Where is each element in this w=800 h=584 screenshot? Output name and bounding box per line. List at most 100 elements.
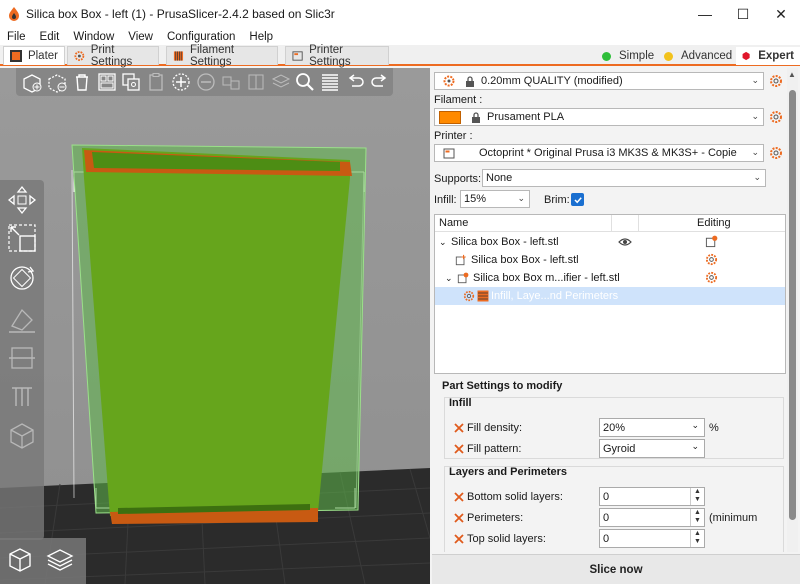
scale-tool-button[interactable] bbox=[4, 220, 40, 256]
split-parts-button[interactable] bbox=[244, 70, 268, 94]
fill-density-combo[interactable]: 20% ⌄ bbox=[599, 418, 705, 437]
infill-combo[interactable]: 15% ⌄ bbox=[460, 190, 530, 208]
tab-print-settings[interactable]: Print Settings bbox=[67, 44, 159, 68]
3d-viewport[interactable] bbox=[0, 68, 430, 584]
printer-combo[interactable]: Octoprint * Original Prusa i3 MK3S & MK3… bbox=[434, 144, 764, 162]
remove-setting-x-icon[interactable] bbox=[453, 422, 465, 434]
spin-arrows-icon[interactable]: ▲ ▼ bbox=[690, 530, 704, 547]
mode-expert-label: Expert bbox=[758, 50, 794, 62]
supports-label: Supports: bbox=[434, 173, 482, 185]
remove-setting-x-icon[interactable] bbox=[453, 512, 465, 524]
printer-settings-gear-icon[interactable] bbox=[769, 146, 783, 160]
mode-advanced[interactable]: Advanced bbox=[664, 47, 732, 65]
tree-row-object[interactable]: ⌄ Silica box Box - left.stl bbox=[435, 233, 785, 251]
tab-plater-label: Plater bbox=[27, 50, 58, 62]
cut-tool-button[interactable] bbox=[4, 340, 40, 376]
variable-layer-height-button[interactable] bbox=[318, 70, 342, 94]
mode-advanced-label: Advanced bbox=[681, 50, 733, 62]
scrollbar-thumb[interactable] bbox=[789, 90, 796, 520]
delete-all-button[interactable] bbox=[70, 70, 94, 94]
mode-expert[interactable]: Expert bbox=[736, 47, 800, 65]
tree-row-modifier[interactable]: ⌄ Silica box Box m...ifier - left.stl bbox=[435, 269, 785, 287]
undo-button[interactable] bbox=[343, 70, 367, 94]
fill-pattern-label: Fill pattern: bbox=[467, 443, 522, 455]
layers-icon bbox=[477, 290, 489, 302]
3d-view-button[interactable] bbox=[2, 542, 38, 578]
menu-configuration[interactable]: Configuration bbox=[160, 31, 242, 43]
brim-label: Brim: bbox=[544, 194, 570, 206]
paste-button[interactable] bbox=[144, 70, 168, 94]
tab-filament-settings[interactable]: Filament Settings bbox=[166, 44, 278, 68]
menu-help[interactable]: Help bbox=[242, 31, 280, 43]
remove-instance-button[interactable] bbox=[194, 70, 218, 94]
expand-chevron-icon[interactable]: ⌄ bbox=[445, 273, 453, 284]
bottom-solid-layers-spinner[interactable]: 0 ▲ ▼ bbox=[599, 487, 705, 506]
layer-editing-button[interactable] bbox=[269, 70, 293, 94]
move-tool-button[interactable] bbox=[4, 182, 40, 218]
support-paint-button[interactable] bbox=[4, 378, 40, 414]
tab-plater[interactable]: Plater bbox=[3, 46, 65, 65]
sidebar-scrollbar[interactable]: ▲ bbox=[787, 68, 798, 552]
tree-row-label: Silica box Box - left.stl bbox=[451, 236, 559, 248]
place-on-face-button[interactable] bbox=[4, 302, 40, 338]
add-instance-button[interactable] bbox=[169, 70, 193, 94]
maximize-button[interactable]: ☐ bbox=[724, 0, 762, 28]
mode-simple[interactable]: Simple bbox=[602, 47, 654, 65]
spin-arrows-icon[interactable]: ▲ ▼ bbox=[690, 488, 704, 505]
tree-row-part[interactable]: Silica box Box - left.stl bbox=[435, 251, 785, 269]
tab-printer-settings[interactable]: Printer Settings bbox=[285, 44, 389, 68]
seam-paint-button[interactable] bbox=[4, 418, 40, 454]
copy-button[interactable] bbox=[119, 70, 143, 94]
add-object-button[interactable] bbox=[20, 70, 44, 94]
scroll-up-icon[interactable]: ▲ bbox=[788, 70, 796, 79]
checkmark-icon bbox=[573, 196, 582, 203]
plus-circle-icon bbox=[172, 73, 190, 91]
brim-checkbox[interactable] bbox=[571, 193, 584, 206]
mode-simple-label: Simple bbox=[619, 50, 655, 62]
perimeters-spinner[interactable]: 0 ▲ ▼ bbox=[599, 508, 705, 527]
menu-window[interactable]: Window bbox=[66, 31, 121, 43]
slice-now-button[interactable]: Slice now bbox=[432, 554, 800, 584]
remove-setting-x-icon[interactable] bbox=[453, 533, 465, 545]
remove-setting-x-icon[interactable] bbox=[453, 491, 465, 503]
chevron-down-icon: ⌄ bbox=[691, 420, 699, 430]
menu-edit[interactable]: Edit bbox=[33, 31, 67, 43]
lock-icon bbox=[472, 111, 480, 123]
part-settings-title: Part Settings to modify bbox=[442, 380, 563, 392]
redo-button[interactable] bbox=[368, 70, 392, 94]
copy-icon bbox=[122, 73, 141, 91]
filament-settings-gear-icon[interactable] bbox=[769, 110, 783, 124]
edit-object-icon[interactable] bbox=[705, 235, 718, 248]
mode-simple-dot-icon bbox=[602, 51, 611, 61]
filament-combo[interactable]: Prusament PLA ⌄ bbox=[434, 108, 764, 126]
tree-row-settings[interactable]: Infill, Laye...nd Perimeters bbox=[435, 287, 785, 305]
top-solid-layers-spinner[interactable]: 0 ▲ ▼ bbox=[599, 529, 705, 548]
menu-view[interactable]: View bbox=[121, 31, 160, 43]
layer-height-icon bbox=[322, 74, 339, 91]
spin-arrows-icon[interactable]: ▲ ▼ bbox=[690, 509, 704, 526]
menu-file[interactable]: File bbox=[0, 31, 33, 43]
build-plate-scene bbox=[0, 144, 430, 584]
supports-combo[interactable]: None ⌄ bbox=[482, 169, 766, 187]
close-button[interactable]: ✕ bbox=[762, 0, 800, 28]
fill-pattern-combo[interactable]: Gyroid ⌄ bbox=[599, 439, 705, 458]
gear-icon[interactable] bbox=[705, 253, 718, 266]
arrange-button[interactable] bbox=[95, 70, 119, 94]
eye-icon[interactable] bbox=[618, 237, 632, 247]
rotate-tool-button[interactable] bbox=[4, 260, 40, 296]
split-objects-button[interactable] bbox=[219, 70, 243, 94]
add-cube-icon bbox=[23, 74, 42, 93]
remove-setting-x-icon[interactable] bbox=[453, 443, 465, 455]
print-settings-gear-icon[interactable] bbox=[769, 74, 783, 88]
undo-icon bbox=[348, 74, 364, 87]
gear-icon[interactable] bbox=[705, 271, 718, 284]
expand-chevron-icon[interactable]: ⌄ bbox=[439, 237, 447, 248]
print-profile-combo[interactable]: 0.20mm QUALITY (modified) ⌄ bbox=[434, 72, 764, 90]
preview-button[interactable] bbox=[42, 542, 78, 578]
delete-object-button[interactable] bbox=[45, 70, 69, 94]
minimize-button[interactable]: — bbox=[686, 0, 724, 28]
column-editing-header[interactable]: Editing bbox=[697, 217, 731, 229]
column-name-header[interactable]: Name bbox=[439, 217, 468, 229]
cut-icon bbox=[9, 347, 35, 369]
search-button[interactable] bbox=[293, 70, 317, 94]
